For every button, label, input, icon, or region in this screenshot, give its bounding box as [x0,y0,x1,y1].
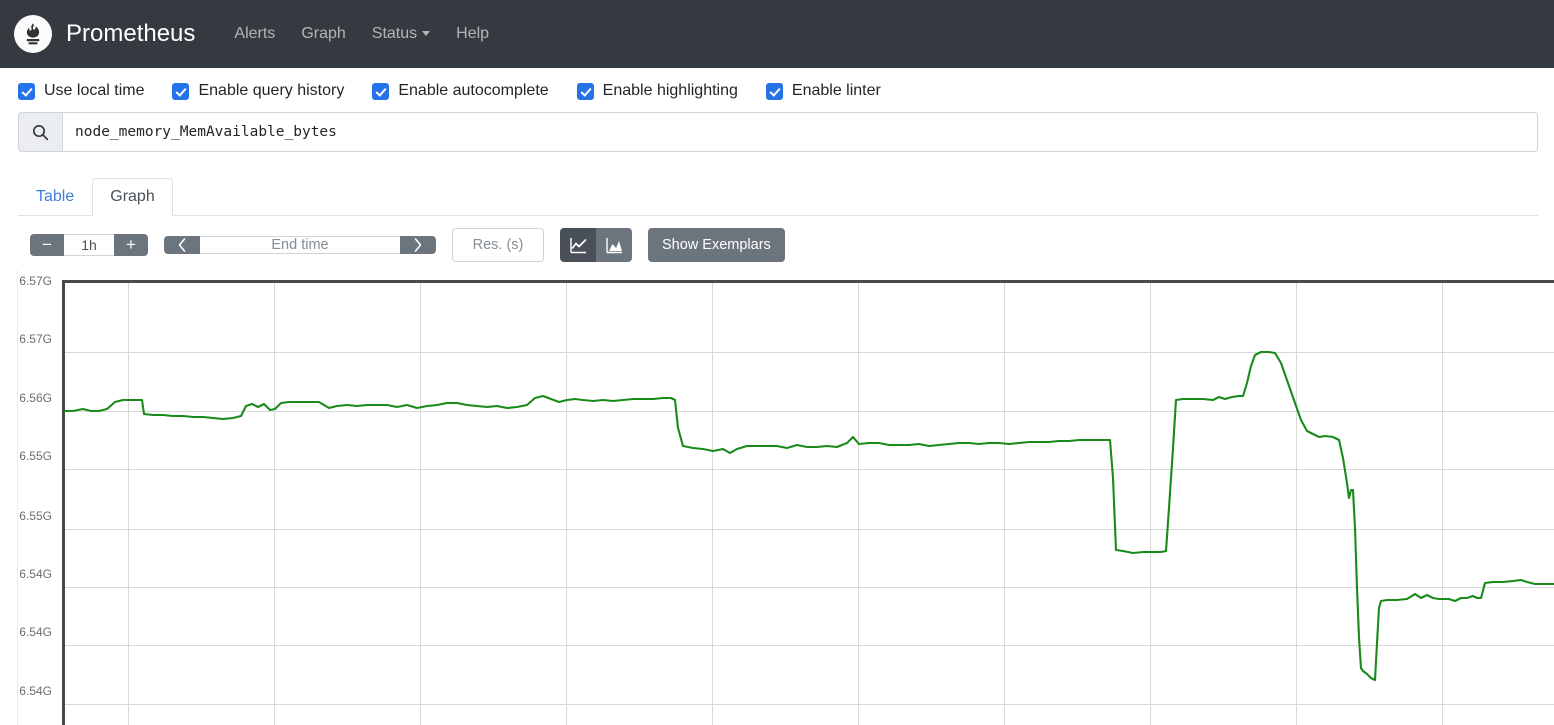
y-axis-tick-label: 6.55G [0,509,58,523]
tab-graph[interactable]: Graph [92,178,172,216]
y-axis-tick-label: 6.55G [0,449,58,463]
nav-link-help[interactable]: Help [443,19,502,49]
query-input[interactable]: node_memory_MemAvailable_bytes [63,113,1537,151]
checkbox-checked-icon[interactable] [577,83,594,100]
nav-link-alerts[interactable]: Alerts [221,19,288,49]
y-axis-tick-label: 6.54G [0,684,58,698]
chevron-down-icon [422,31,430,36]
y-axis-tick-label: 6.57G [0,274,58,288]
y-axis-tick-label: 6.54G [0,625,58,639]
option-use-local-time-label: Use local time [44,82,144,100]
option-enable-linter[interactable]: Enable linter [766,82,881,100]
search-icon[interactable] [19,113,63,151]
next-time-button[interactable] [400,236,436,254]
navbar: Prometheus Alerts Graph Status Help [0,0,1554,68]
option-enable-highlighting[interactable]: Enable highlighting [577,82,738,100]
increase-range-button[interactable]: + [114,234,148,256]
y-axis-tick-label: 6.56G [0,391,58,405]
series-line [65,283,1554,725]
line-chart-icon[interactable] [560,228,596,262]
checkbox-checked-icon[interactable] [18,83,35,100]
plot-area[interactable] [62,280,1554,725]
range-stepper-group: − 1h + [30,234,148,256]
tab-table[interactable]: Table [18,178,92,216]
nav-link-status-label: Status [372,25,417,42]
prometheus-torch-icon[interactable] [14,15,52,53]
checkbox-checked-icon[interactable] [172,83,189,100]
result-view-tabs: Table Graph [18,174,1538,216]
y-axis-tick-label: 6.57G [0,332,58,346]
graph-controls-toolbar: − 1h + End time Res. (s) [30,228,1554,262]
resolution-input[interactable]: Res. (s) [452,228,544,262]
brand-title[interactable]: Prometheus [66,20,195,48]
checkbox-checked-icon[interactable] [372,83,389,100]
nav-link-alerts-label: Alerts [234,25,275,42]
option-use-local-time[interactable]: Use local time [18,82,144,100]
option-enable-autocomplete[interactable]: Enable autocomplete [372,82,548,100]
decrease-range-button[interactable]: − [30,234,64,256]
y-axis-tick-label: 6.54G [0,567,58,581]
nav-link-graph[interactable]: Graph [288,19,358,49]
option-enable-highlighting-label: Enable highlighting [603,82,738,100]
option-enable-autocomplete-label: Enable autocomplete [398,82,548,100]
option-enable-query-history[interactable]: Enable query history [172,82,344,100]
range-input[interactable]: 1h [64,234,114,256]
end-time-input[interactable]: End time [200,236,400,254]
chart-type-toggle-group [560,228,632,262]
series-path [65,352,1554,680]
nav-link-graph-label: Graph [301,25,345,42]
end-time-group: End time [164,236,436,254]
area-chart-icon[interactable] [596,228,632,262]
nav-link-help-label: Help [456,25,489,42]
previous-time-button[interactable] [164,236,200,254]
settings-checkbox-row: Use local time Enable query history Enab… [0,68,1554,112]
show-exemplars-button[interactable]: Show Exemplars [648,228,785,262]
option-enable-query-history-label: Enable query history [198,82,344,100]
nav-link-status[interactable]: Status [359,19,443,49]
query-expression-bar[interactable]: node_memory_MemAvailable_bytes [18,112,1538,152]
graph-panel: 6.57G 6.57G 6.56G 6.55G 6.55G 6.54G 6.54G 6.54G [0,270,1554,725]
checkbox-checked-icon[interactable] [766,83,783,100]
option-enable-linter-label: Enable linter [792,82,881,100]
nav-links: Alerts Graph Status Help [221,19,502,49]
